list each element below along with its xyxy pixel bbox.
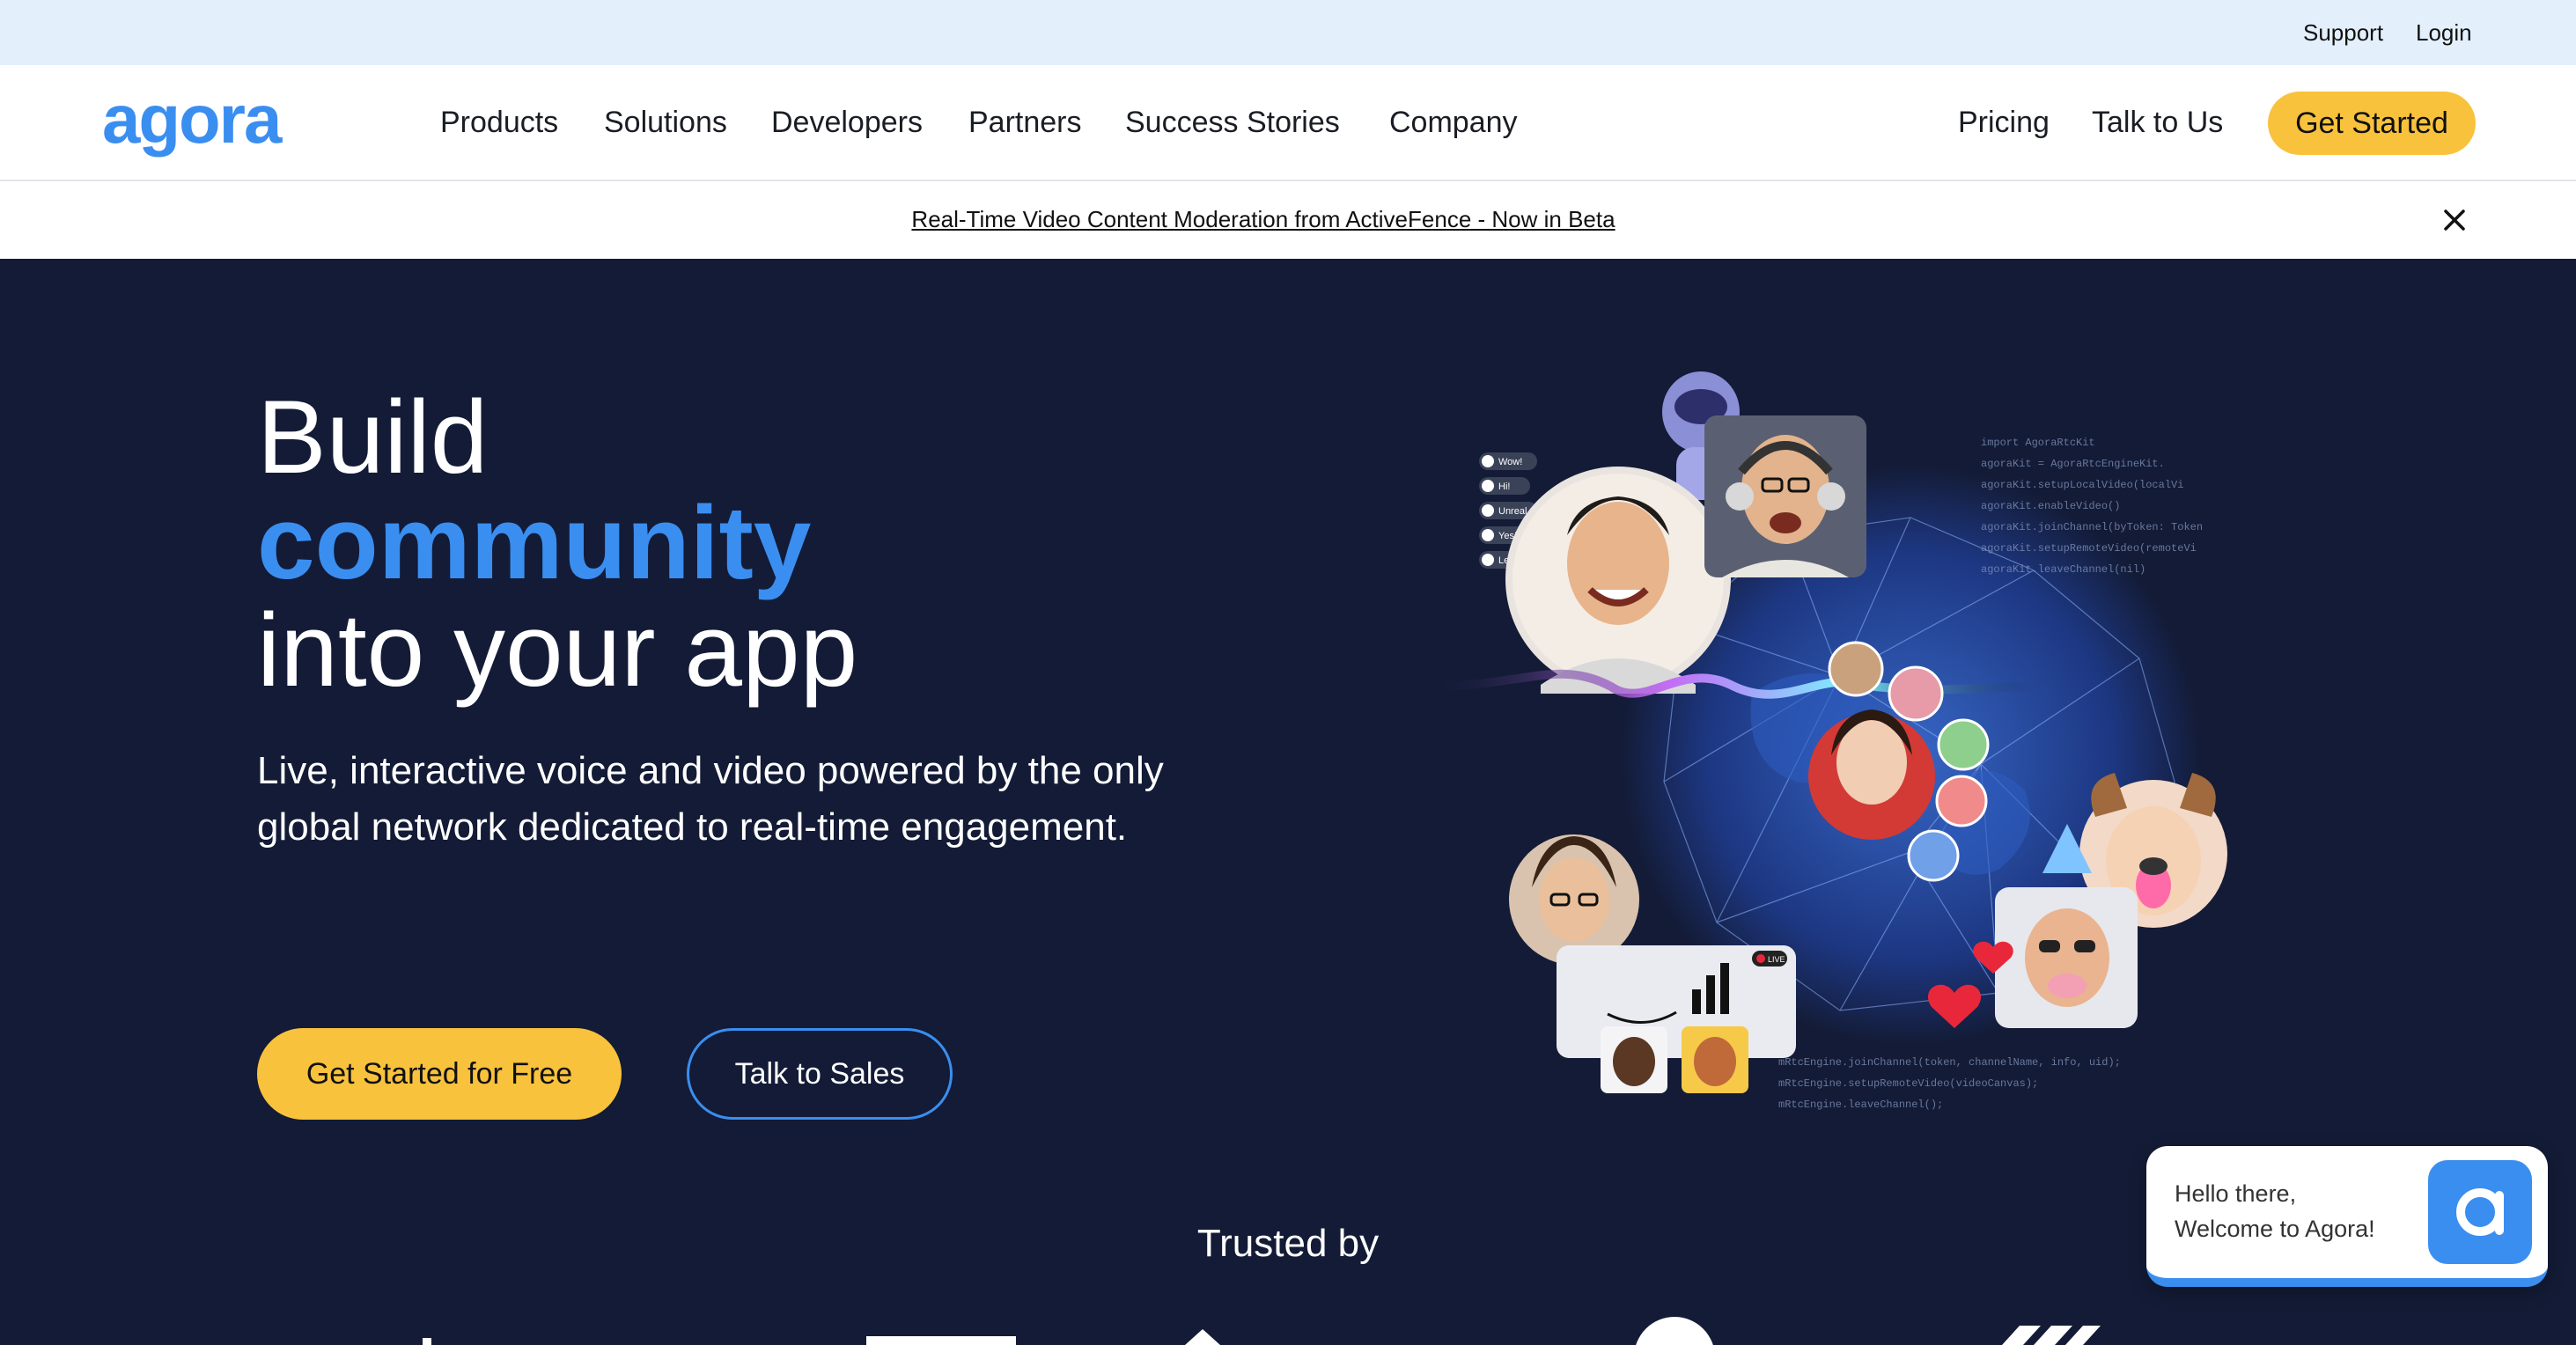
- brand-logo-1: [423, 1338, 431, 1345]
- nav-company[interactable]: Company: [1389, 106, 1518, 140]
- hero-illustration: import AgoraRtcKit agoraKit = AgoraRtcEn…: [1425, 371, 2227, 1111]
- get-started-free-button[interactable]: Get Started for Free: [257, 1028, 622, 1120]
- hero-headline-line-1: Build: [257, 379, 489, 496]
- svg-text:agoraKit.enableVideo(): agoraKit.enableVideo(): [1981, 500, 2120, 512]
- brand-logo-2: [866, 1336, 1016, 1345]
- svg-text:import AgoraRtcKit: import AgoraRtcKit: [1981, 437, 2095, 449]
- svg-text:Hi!: Hi!: [1498, 481, 1510, 492]
- chat-widget[interactable]: Hello there, Welcome to Agora!: [2146, 1146, 2548, 1287]
- svg-text:mRtcEngine.setupRemoteVideo(vi: mRtcEngine.setupRemoteVideo(videoCanvas)…: [1778, 1077, 2038, 1090]
- chat-greeting: Hello there, Welcome to Agora!: [2175, 1176, 2375, 1246]
- svg-text:agoraKit.leaveChannel(nil): agoraKit.leaveChannel(nil): [1981, 563, 2145, 576]
- svg-text:mRtcEngine.leaveChannel();: mRtcEngine.leaveChannel();: [1778, 1099, 1943, 1111]
- close-icon[interactable]: [2442, 208, 2467, 232]
- live-stream-card: LIVE: [1557, 945, 1796, 1093]
- announcement-bar: Real-Time Video Content Moderation from …: [0, 181, 2576, 260]
- chat-launcher-icon[interactable]: [2428, 1160, 2532, 1264]
- nav-solutions[interactable]: Solutions: [604, 106, 727, 140]
- agora-logo[interactable]: agora: [100, 80, 320, 167]
- hero-subtitle: Live, interactive voice and video powere…: [257, 749, 1164, 849]
- svg-text:mRtcEngine.joinChannel(token,: mRtcEngine.joinChannel(token, channelNam…: [1778, 1056, 2121, 1069]
- get-started-button[interactable]: Get Started: [2268, 92, 2476, 155]
- svg-text:agoraKit = AgoraRtcEngineKit.: agoraKit = AgoraRtcEngineKit.: [1981, 458, 2165, 470]
- svg-text:agoraKit.joinChannel(byToken:: agoraKit.joinChannel(byToken: Token: [1981, 521, 2203, 533]
- chat-greeting-line-2: Welcome to Agora!: [2175, 1216, 2375, 1242]
- video-tile-headphones-man: [1704, 415, 1866, 577]
- svg-text:Unreal: Unreal: [1498, 506, 1527, 517]
- hero-headline-highlight: community: [257, 485, 812, 601]
- nav-success-stories[interactable]: Success Stories: [1125, 106, 1340, 140]
- video-tile-laughing-man: [1505, 467, 1731, 694]
- chat-greeting-line-1: Hello there,: [2175, 1180, 2297, 1207]
- nav-products[interactable]: Products: [440, 106, 558, 140]
- support-link[interactable]: Support: [2303, 19, 2383, 47]
- announcement-link[interactable]: Real-Time Video Content Moderation from …: [0, 206, 2527, 233]
- svg-text:agoraKit.setupRemoteVideo(remo: agoraKit.setupRemoteVideo(remoteVi: [1981, 542, 2197, 555]
- login-link[interactable]: Login: [2416, 19, 2472, 47]
- utility-bar: Support Login: [0, 0, 2576, 65]
- svg-text:agoraKit.setupLocalVideo(local: agoraKit.setupLocalVideo(localVi: [1981, 479, 2183, 491]
- brand-logo-4: [1636, 1317, 1713, 1345]
- trusted-logos-strip: [423, 1317, 2101, 1345]
- main-nav: agora Products Solutions Developers Part…: [0, 65, 2576, 181]
- nav-partners[interactable]: Partners: [968, 106, 1082, 140]
- brand-logo-3: [1185, 1329, 1220, 1345]
- live-badge: LIVE: [1768, 955, 1785, 964]
- nav-talk-to-us[interactable]: Talk to Us: [2092, 106, 2223, 140]
- nav-pricing[interactable]: Pricing: [1958, 106, 2050, 140]
- hero-headline-line-3: into your app: [257, 592, 858, 709]
- svg-text:Wow!: Wow!: [1498, 457, 1522, 467]
- code-snippet-bottom: mRtcEngine.joinChannel(token, channelNam…: [1778, 1056, 2121, 1111]
- nav-developers[interactable]: Developers: [771, 106, 923, 140]
- talk-to-sales-button[interactable]: Talk to Sales: [687, 1028, 953, 1120]
- logo-wordmark: agora: [102, 88, 283, 158]
- brand-logo-5: [2002, 1326, 2101, 1345]
- video-tile-glasses-woman: [1509, 834, 1639, 965]
